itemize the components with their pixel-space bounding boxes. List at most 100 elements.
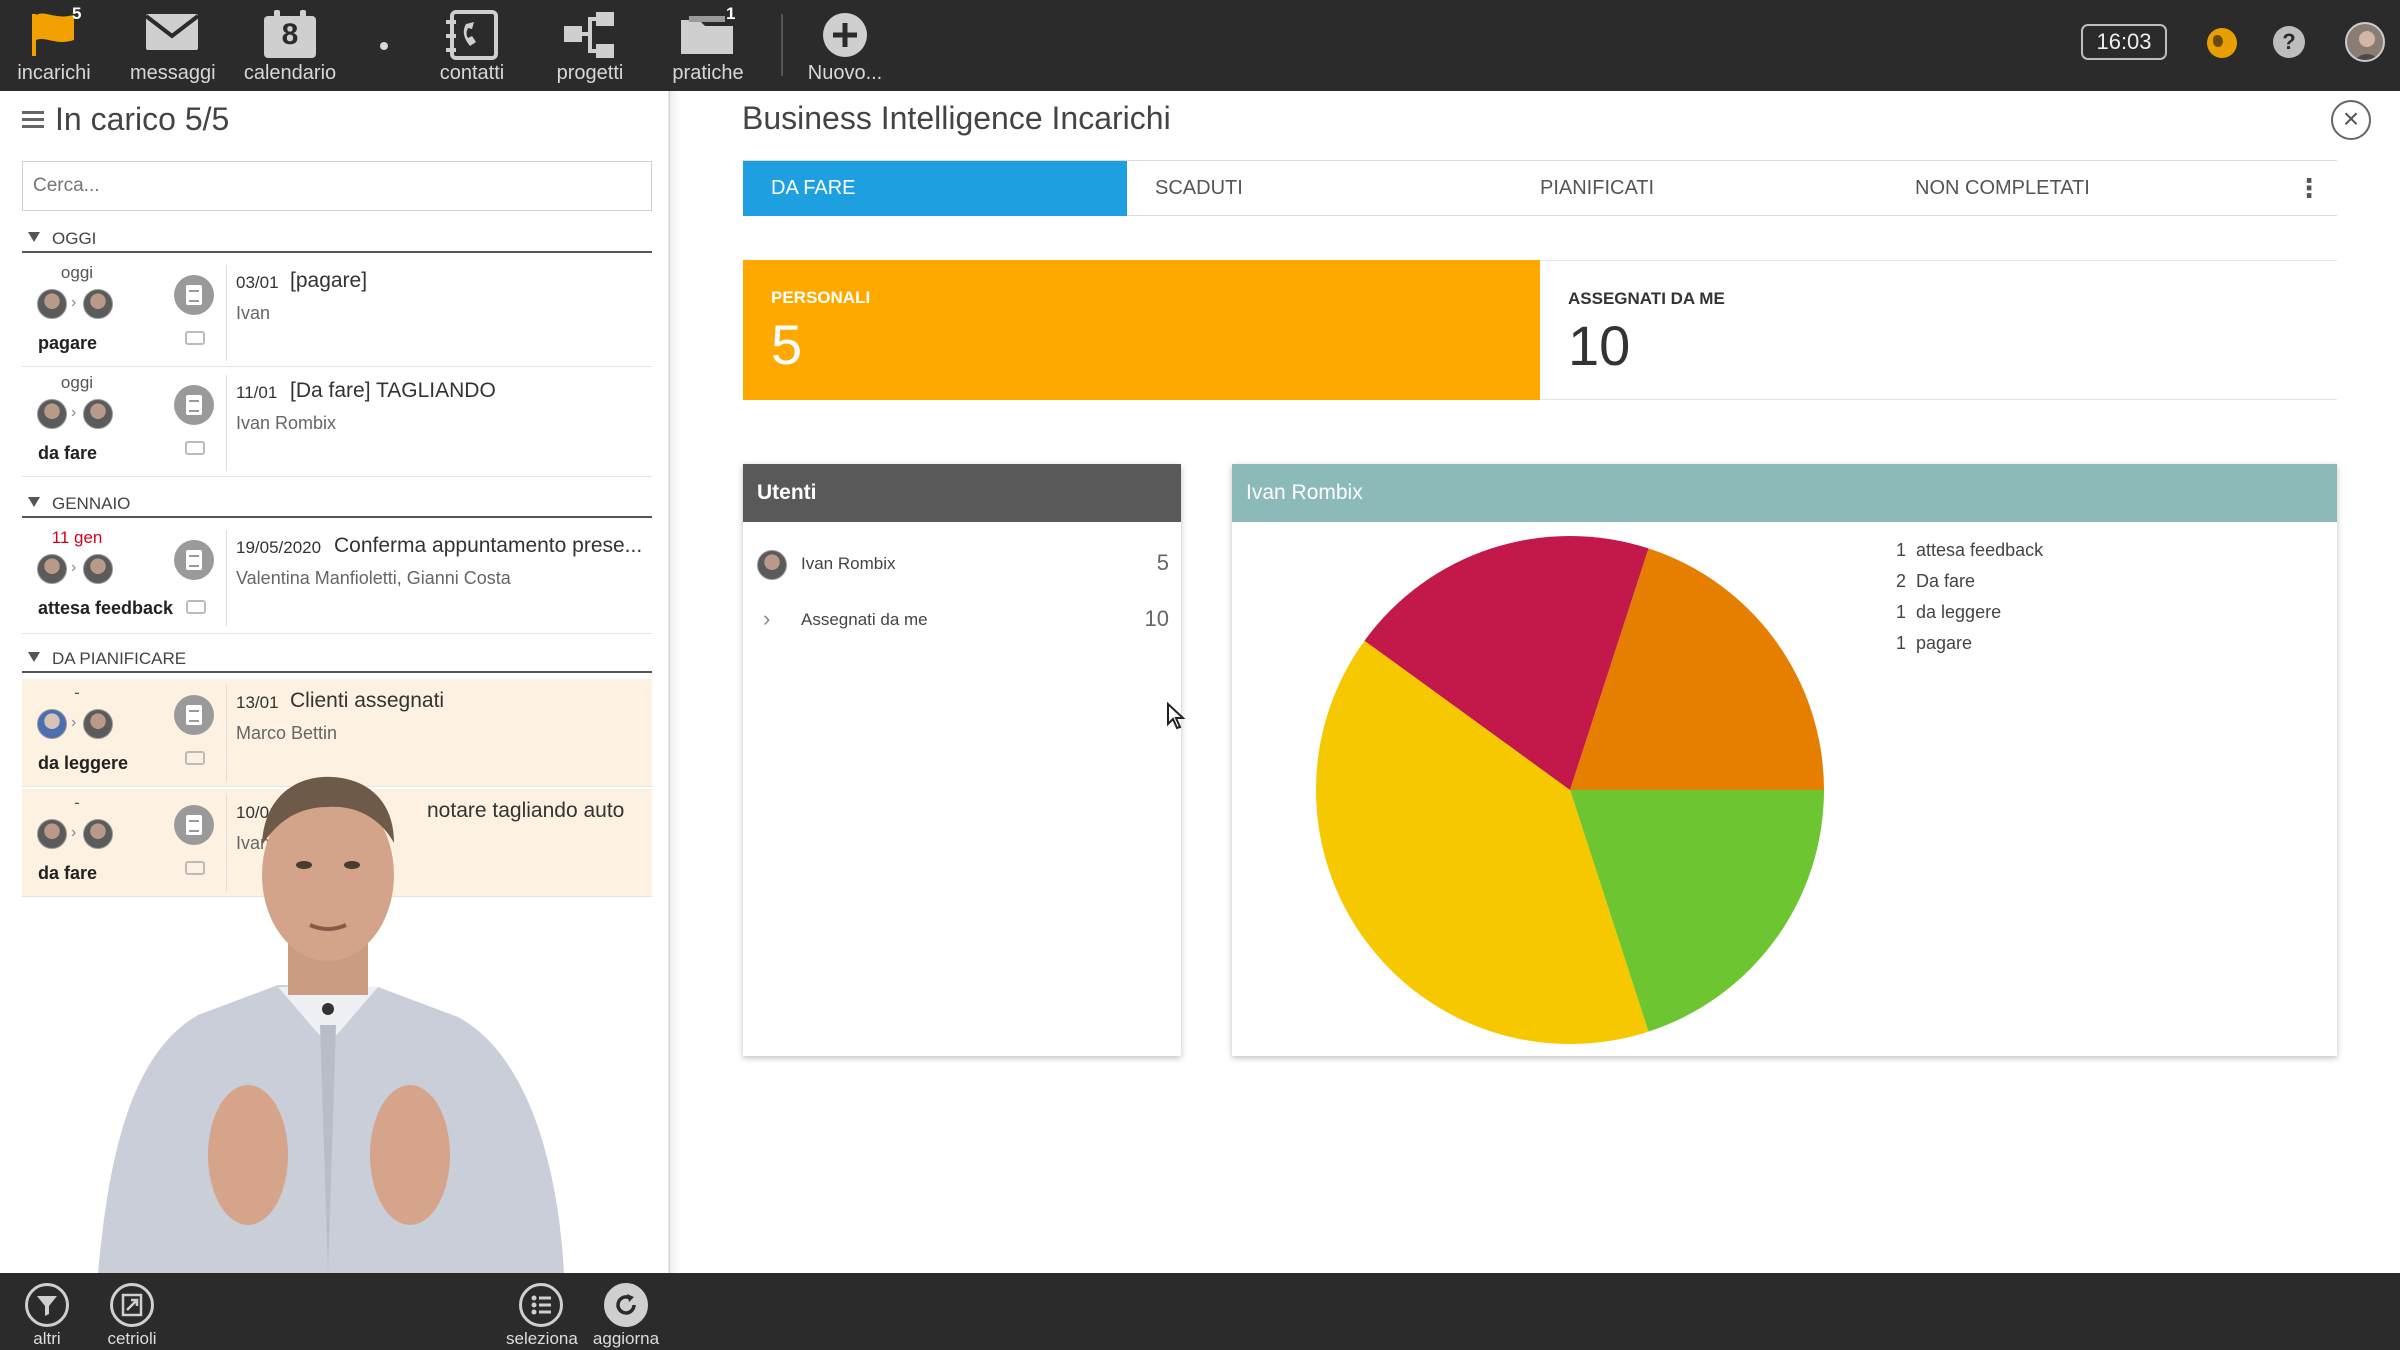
task-assignee-names: Ivan (236, 303, 271, 323)
nav-label: Nuovo... (807, 62, 883, 84)
nav-label: contatti (439, 62, 505, 84)
user-count: 10 (1144, 606, 1169, 631)
task-row[interactable]: oggi › da fare 11/01 [Da fare] TAGLIANDO… (22, 369, 652, 477)
comment-icon[interactable] (186, 600, 206, 614)
task-title: Clienti assegnati (290, 689, 445, 712)
kpi-assegnati-da-me[interactable]: ASSEGNATI DA ME 10 (1540, 260, 2337, 400)
task-assignees: › (37, 554, 137, 588)
nav-calendario[interactable]: 8 calendario (240, 0, 340, 91)
group-label: OGGI (52, 229, 97, 248)
task-row[interactable]: oggi › pagare 03/01 [pagare] Ivan (22, 259, 652, 367)
menu-icon[interactable] (22, 111, 44, 129)
chevron-right-icon: › (71, 404, 77, 421)
mouse-cursor-icon (1167, 702, 1186, 730)
page-title: Business Intelligence Incarichi (742, 100, 1171, 136)
task-when: oggi (60, 263, 94, 282)
row-divider (226, 265, 227, 361)
nav-incarichi[interactable]: 5 incarichi (14, 0, 94, 91)
avatar (37, 709, 67, 739)
chevron-right-icon[interactable]: › (763, 606, 770, 632)
legend-value: 2 (1896, 571, 1907, 591)
task-title: [pagare] (290, 269, 368, 292)
envelope-icon (144, 14, 200, 50)
user-row[interactable]: › Assegnati da me 10 (743, 596, 1181, 646)
task-assignees: › (37, 399, 137, 433)
group-header-da-pianificare[interactable]: DA PIANIFICARE (22, 649, 652, 673)
nav-label: progetti (556, 62, 624, 84)
tab-scaduti[interactable]: SCADUTI (1127, 161, 1511, 216)
comment-icon[interactable] (185, 331, 205, 345)
group-header-gennaio[interactable]: GENNAIO (22, 494, 652, 518)
seleziona-button[interactable]: seleziona (506, 1283, 578, 1349)
task-row[interactable]: 11 gen › attesa feedback 19/05/2020 Conf… (22, 524, 652, 634)
kpi-value: 10 (1568, 314, 1631, 377)
task-title: [Da fare] TAGLIANDO (290, 379, 496, 402)
tab-da-fare[interactable]: DA FARE (743, 161, 1127, 216)
search-input[interactable] (22, 161, 652, 211)
task-when: oggi (60, 373, 94, 392)
tab-bar: DA FARE SCADUTI PIANIFICATI NON COMPLETA… (743, 160, 2337, 216)
legend-item[interactable]: 1 da leggere (1896, 602, 2043, 633)
phone-book-icon (446, 10, 498, 60)
document-icon (174, 385, 214, 425)
nav-pratiche[interactable]: 1 pratiche (666, 0, 750, 91)
globe-icon[interactable] (2207, 28, 2237, 58)
close-icon[interactable]: × (2331, 100, 2371, 140)
avatar (37, 819, 67, 849)
task-assignees: › (37, 289, 137, 323)
user-name: Assegnati da me (801, 610, 928, 629)
document-icon (174, 275, 214, 315)
tab-non-completati[interactable]: NON COMPLETATI (1895, 161, 2279, 216)
panel-title: In carico 5/5 (55, 101, 230, 137)
legend-value: 1 (1896, 633, 1907, 653)
pie-legend: 1 attesa feedback 2 Da fare 1 da leggere 1 paga… (1896, 540, 2043, 664)
refresh-icon (604, 1283, 648, 1327)
user-row[interactable]: Ivan Rombix 5 (743, 540, 1181, 590)
incarichi-badge: 5 (72, 4, 82, 23)
avatar (37, 289, 67, 319)
kpi-personali[interactable]: PERSONALI 5 (743, 260, 1540, 400)
task-date: 03/01 (236, 273, 279, 292)
nav-contatti[interactable]: contatti (430, 0, 514, 91)
legend-label: da leggere (1916, 602, 2002, 622)
legend-item[interactable]: 1 attesa feedback (1896, 540, 2043, 571)
group-label: GENNAIO (52, 494, 131, 513)
filter-icon (28, 652, 40, 662)
more-vertical-icon[interactable]: ⋮ (2281, 161, 2337, 216)
avatar (83, 289, 113, 319)
kpi-value: 5 (771, 313, 803, 376)
task-date: 13/01 (236, 693, 279, 712)
help-icon[interactable]: ? (2273, 26, 2305, 58)
avatar (83, 399, 113, 429)
task-status: pagare (38, 333, 98, 353)
nav-progetti[interactable]: progetti (548, 0, 632, 91)
bottom-label: cetrioli (107, 1329, 157, 1348)
cetrioli-button[interactable]: cetrioli (97, 1283, 167, 1349)
nav-label: pratiche (672, 62, 744, 84)
legend-item[interactable]: 1 pagare (1896, 633, 2043, 664)
user-avatar[interactable] (2345, 22, 2385, 62)
aggiorna-button[interactable]: aggiorna (591, 1283, 661, 1349)
comment-icon[interactable] (185, 441, 205, 455)
nav-label: calendario (243, 62, 337, 84)
filter-icon (25, 1283, 69, 1327)
group-header-oggi[interactable]: OGGI (22, 229, 652, 253)
task-when: 11 gen (51, 528, 103, 547)
bottom-label: altri (33, 1329, 61, 1348)
nav-messaggi[interactable]: messaggi (130, 0, 216, 91)
legend-label: attesa feedback (1916, 540, 2044, 560)
kpi-label: ASSEGNATI DA ME (1568, 289, 1725, 308)
chevron-right-icon: › (71, 559, 77, 576)
task-assignee-names: Ivan Rombix (236, 413, 337, 433)
panel-shadow (668, 91, 680, 1273)
bottom-toolbar: altri cetrioli seleziona aggiorna (0, 1273, 2400, 1350)
top-navigation-bar: 5 incarichi messaggi 8 calendario contat… (0, 0, 2400, 91)
nav-nuovo[interactable]: Nuovo... (800, 0, 890, 91)
altri-button[interactable]: altri (12, 1283, 82, 1349)
legend-item[interactable]: 2 Da fare (1896, 571, 2043, 602)
row-divider (226, 375, 227, 471)
tab-pianificati[interactable]: PIANIFICATI (1511, 161, 1895, 216)
nav-divider (781, 14, 783, 76)
task-when: - (74, 683, 80, 702)
chevron-right-icon: › (71, 294, 77, 311)
